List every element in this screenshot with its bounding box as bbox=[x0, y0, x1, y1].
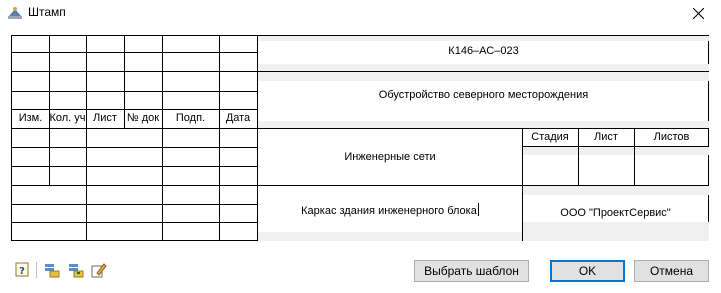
svg-text:?: ? bbox=[19, 266, 25, 277]
gray-row bbox=[522, 222, 709, 241]
close-button[interactable] bbox=[676, 0, 721, 26]
header-signature: Подп. bbox=[175, 112, 206, 124]
header-kol-uch: Кол. уч bbox=[49, 112, 86, 124]
toolbar-separator bbox=[36, 262, 37, 278]
edit-icon[interactable] bbox=[91, 262, 107, 278]
header-sheet: Лист bbox=[594, 131, 618, 143]
section-name-field[interactable]: Инженерные сети bbox=[258, 151, 522, 163]
header-doc-number: № док bbox=[126, 112, 160, 124]
header-sheets-total: Листов bbox=[653, 131, 690, 143]
header-stage: Стадия bbox=[531, 131, 569, 143]
stamp-table: Изм. Кол. уч Лист № док Подп. Дата К146–… bbox=[11, 35, 709, 241]
drawing-name-field[interactable]: Каркас здания инженерного блока bbox=[258, 203, 522, 217]
text-caret bbox=[477, 203, 479, 216]
project-name-field[interactable]: Обустройство северного месторождения bbox=[258, 89, 709, 101]
gray-row bbox=[258, 73, 709, 81]
window-title: Штамп bbox=[28, 5, 66, 19]
close-icon bbox=[693, 7, 704, 19]
stamp-app-icon bbox=[7, 6, 23, 20]
title-bar: Штамп bbox=[0, 0, 721, 26]
header-izm: Изм. bbox=[18, 112, 43, 124]
load-template-icon[interactable] bbox=[44, 262, 60, 278]
header-date: Дата bbox=[225, 112, 251, 124]
cancel-button[interactable]: Отмена bbox=[634, 260, 709, 282]
ok-button[interactable]: OK bbox=[550, 260, 625, 282]
gray-row bbox=[522, 146, 709, 155]
choose-template-button[interactable]: Выбрать шаблон bbox=[414, 260, 529, 282]
gray-row bbox=[522, 186, 709, 195]
gray-row bbox=[258, 232, 522, 241]
project-code-field[interactable]: К146–АС–023 bbox=[258, 45, 709, 57]
save-template-icon[interactable] bbox=[68, 262, 84, 278]
gray-row bbox=[258, 36, 709, 41]
drawing-name-text: Каркас здания инженерного блока bbox=[301, 205, 477, 217]
organization-field[interactable]: ООО "ПроектСервис" bbox=[522, 207, 709, 219]
help-icon[interactable]: ? bbox=[14, 262, 30, 278]
header-list: Лист bbox=[93, 112, 117, 124]
stamp-dialog: Штамп Изм. Кол. уч Лист № док Подп. Дата… bbox=[0, 0, 721, 293]
